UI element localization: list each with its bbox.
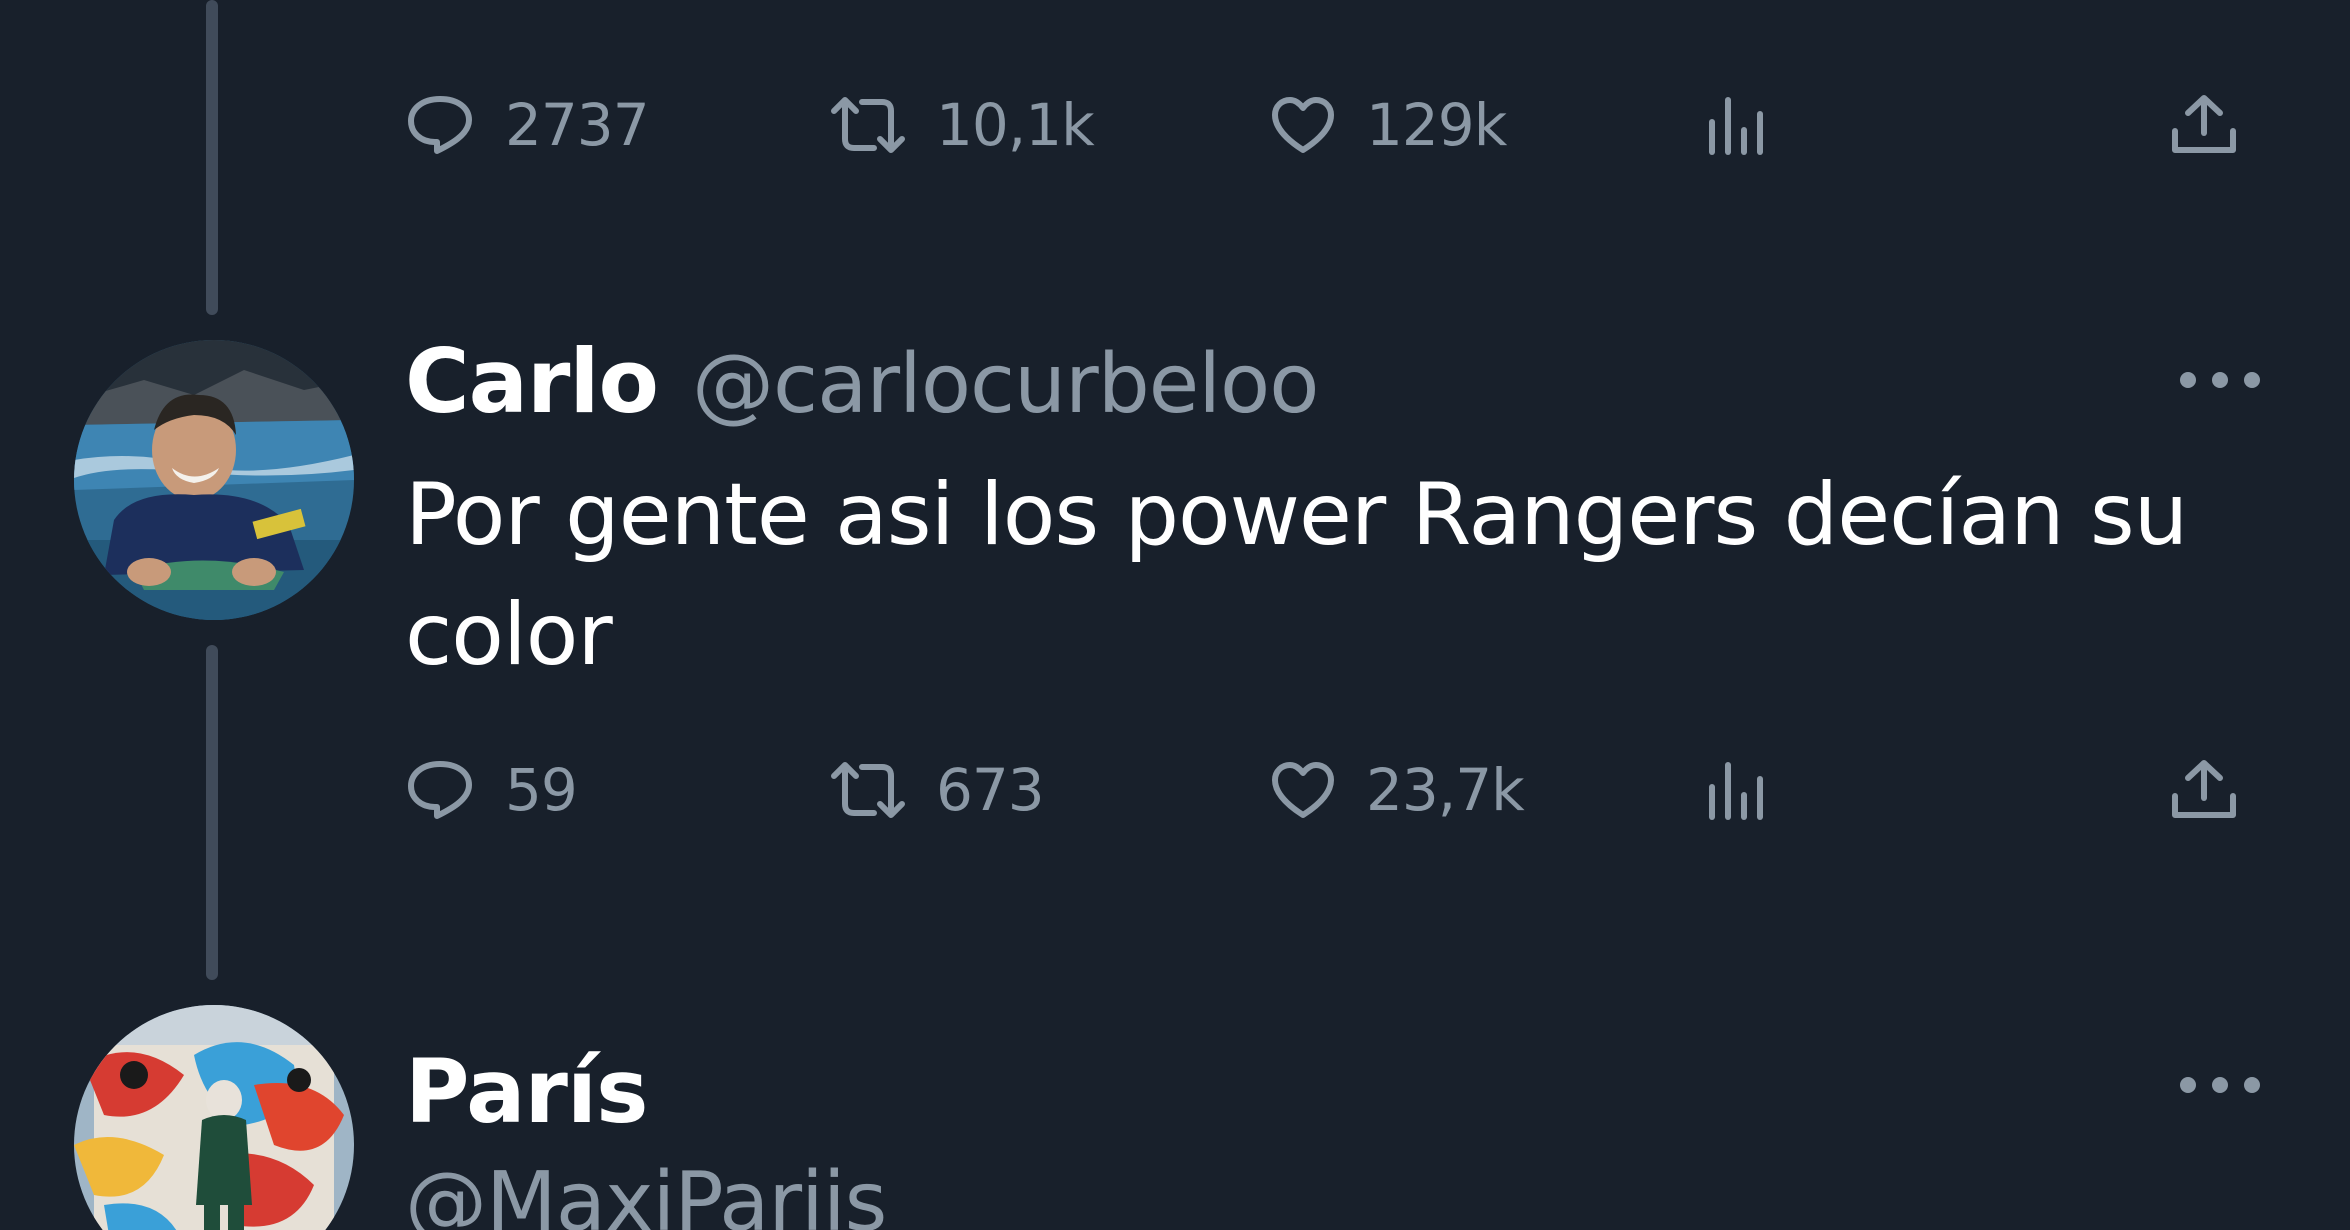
share-button[interactable] bbox=[2170, 740, 2238, 840]
avatar-photo bbox=[74, 340, 354, 620]
tweet-header: París bbox=[405, 1040, 648, 1143]
retweet-arrows-icon bbox=[831, 762, 905, 818]
views-button[interactable] bbox=[1705, 75, 1765, 175]
thread-connector-line bbox=[206, 0, 218, 315]
share-upload-icon bbox=[2172, 95, 2236, 153]
top-tweet-actions: 2737 10,1k 129k bbox=[405, 75, 2275, 175]
ellipsis-icon bbox=[2180, 1077, 2260, 1093]
tweet-text: Por gente asi los power Rangers decían s… bbox=[405, 465, 2188, 685]
reply-button[interactable]: 59 bbox=[405, 740, 578, 840]
reply-tweet-actions: 59 673 23,7k bbox=[405, 740, 2275, 840]
like-button[interactable]: 23,7k bbox=[1270, 740, 1525, 840]
reply-count: 59 bbox=[505, 756, 578, 824]
retweet-count: 10,1k bbox=[936, 91, 1095, 159]
heart-icon bbox=[1272, 97, 1334, 153]
reply-count: 2737 bbox=[505, 91, 650, 159]
retweet-arrows-icon bbox=[831, 97, 905, 153]
tweet-thread-screen: ·············· 2737 10,1k 12 bbox=[0, 0, 2350, 1230]
share-upload-icon bbox=[2172, 760, 2236, 818]
ellipsis-icon bbox=[2180, 372, 2260, 388]
heart-icon bbox=[1272, 762, 1334, 818]
like-count: 23,7k bbox=[1366, 756, 1525, 824]
speech-bubble-icon bbox=[408, 761, 472, 819]
reply-button[interactable]: 2737 bbox=[405, 75, 650, 175]
like-button[interactable]: 129k bbox=[1270, 75, 1507, 175]
avatar[interactable] bbox=[74, 340, 354, 620]
user-handle[interactable]: @carlocurbeloo bbox=[692, 337, 1319, 432]
share-button[interactable] bbox=[2170, 75, 2238, 175]
avatar[interactable] bbox=[74, 1005, 354, 1230]
display-name[interactable]: Carlo bbox=[405, 330, 659, 433]
speech-bubble-icon bbox=[408, 96, 472, 154]
retweet-count: 673 bbox=[936, 756, 1045, 824]
thread-connector-line bbox=[206, 645, 218, 980]
like-count: 129k bbox=[1366, 91, 1507, 159]
bar-chart-icon bbox=[1709, 97, 1763, 155]
tweet-header: Carlo @carlocurbeloo bbox=[405, 330, 1319, 433]
top-tweet-partial-text: ·············· bbox=[405, 0, 690, 22]
retweet-button[interactable]: 10,1k bbox=[830, 75, 1095, 175]
views-button[interactable] bbox=[1705, 740, 1765, 840]
more-options-button[interactable] bbox=[2170, 355, 2270, 405]
user-handle[interactable]: @MaxiPariis bbox=[405, 1155, 887, 1230]
bar-chart-icon bbox=[1709, 762, 1763, 820]
avatar-photo bbox=[74, 1005, 354, 1230]
more-options-button[interactable] bbox=[2170, 1060, 2270, 1110]
retweet-button[interactable]: 673 bbox=[830, 740, 1045, 840]
display-name[interactable]: París bbox=[405, 1040, 648, 1143]
